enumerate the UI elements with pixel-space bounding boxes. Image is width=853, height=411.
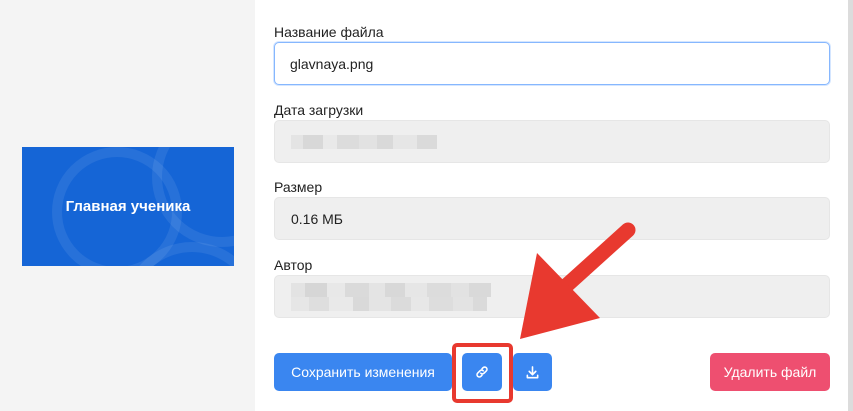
filename-input[interactable] <box>274 42 830 85</box>
upload-date-label: Дата загрузки <box>274 102 364 118</box>
delete-file-button[interactable]: Удалить файл <box>710 353 830 391</box>
size-field: 0.16 МБ <box>274 197 830 240</box>
filename-label: Название файла <box>274 24 384 40</box>
right-edge-strip <box>848 0 853 411</box>
file-preview-image: Главная ученика <box>22 147 234 266</box>
download-icon <box>526 365 539 378</box>
file-details-panel: Название файла Дата загрузки Размер 0.16… <box>255 0 848 411</box>
download-button[interactable] <box>513 353 552 391</box>
preview-title: Главная ученика <box>65 198 191 215</box>
size-label: Размер <box>274 179 323 195</box>
author-label: Автор <box>274 257 313 273</box>
copy-link-button[interactable] <box>462 353 502 391</box>
redacted-author <box>291 282 491 311</box>
preview-column: Главная ученика <box>0 0 255 411</box>
link-icon <box>476 366 488 378</box>
upload-date-field <box>274 120 830 163</box>
redacted-upload-date <box>291 134 437 149</box>
author-field <box>274 275 830 318</box>
save-changes-button[interactable]: Сохранить изменения <box>274 353 452 391</box>
